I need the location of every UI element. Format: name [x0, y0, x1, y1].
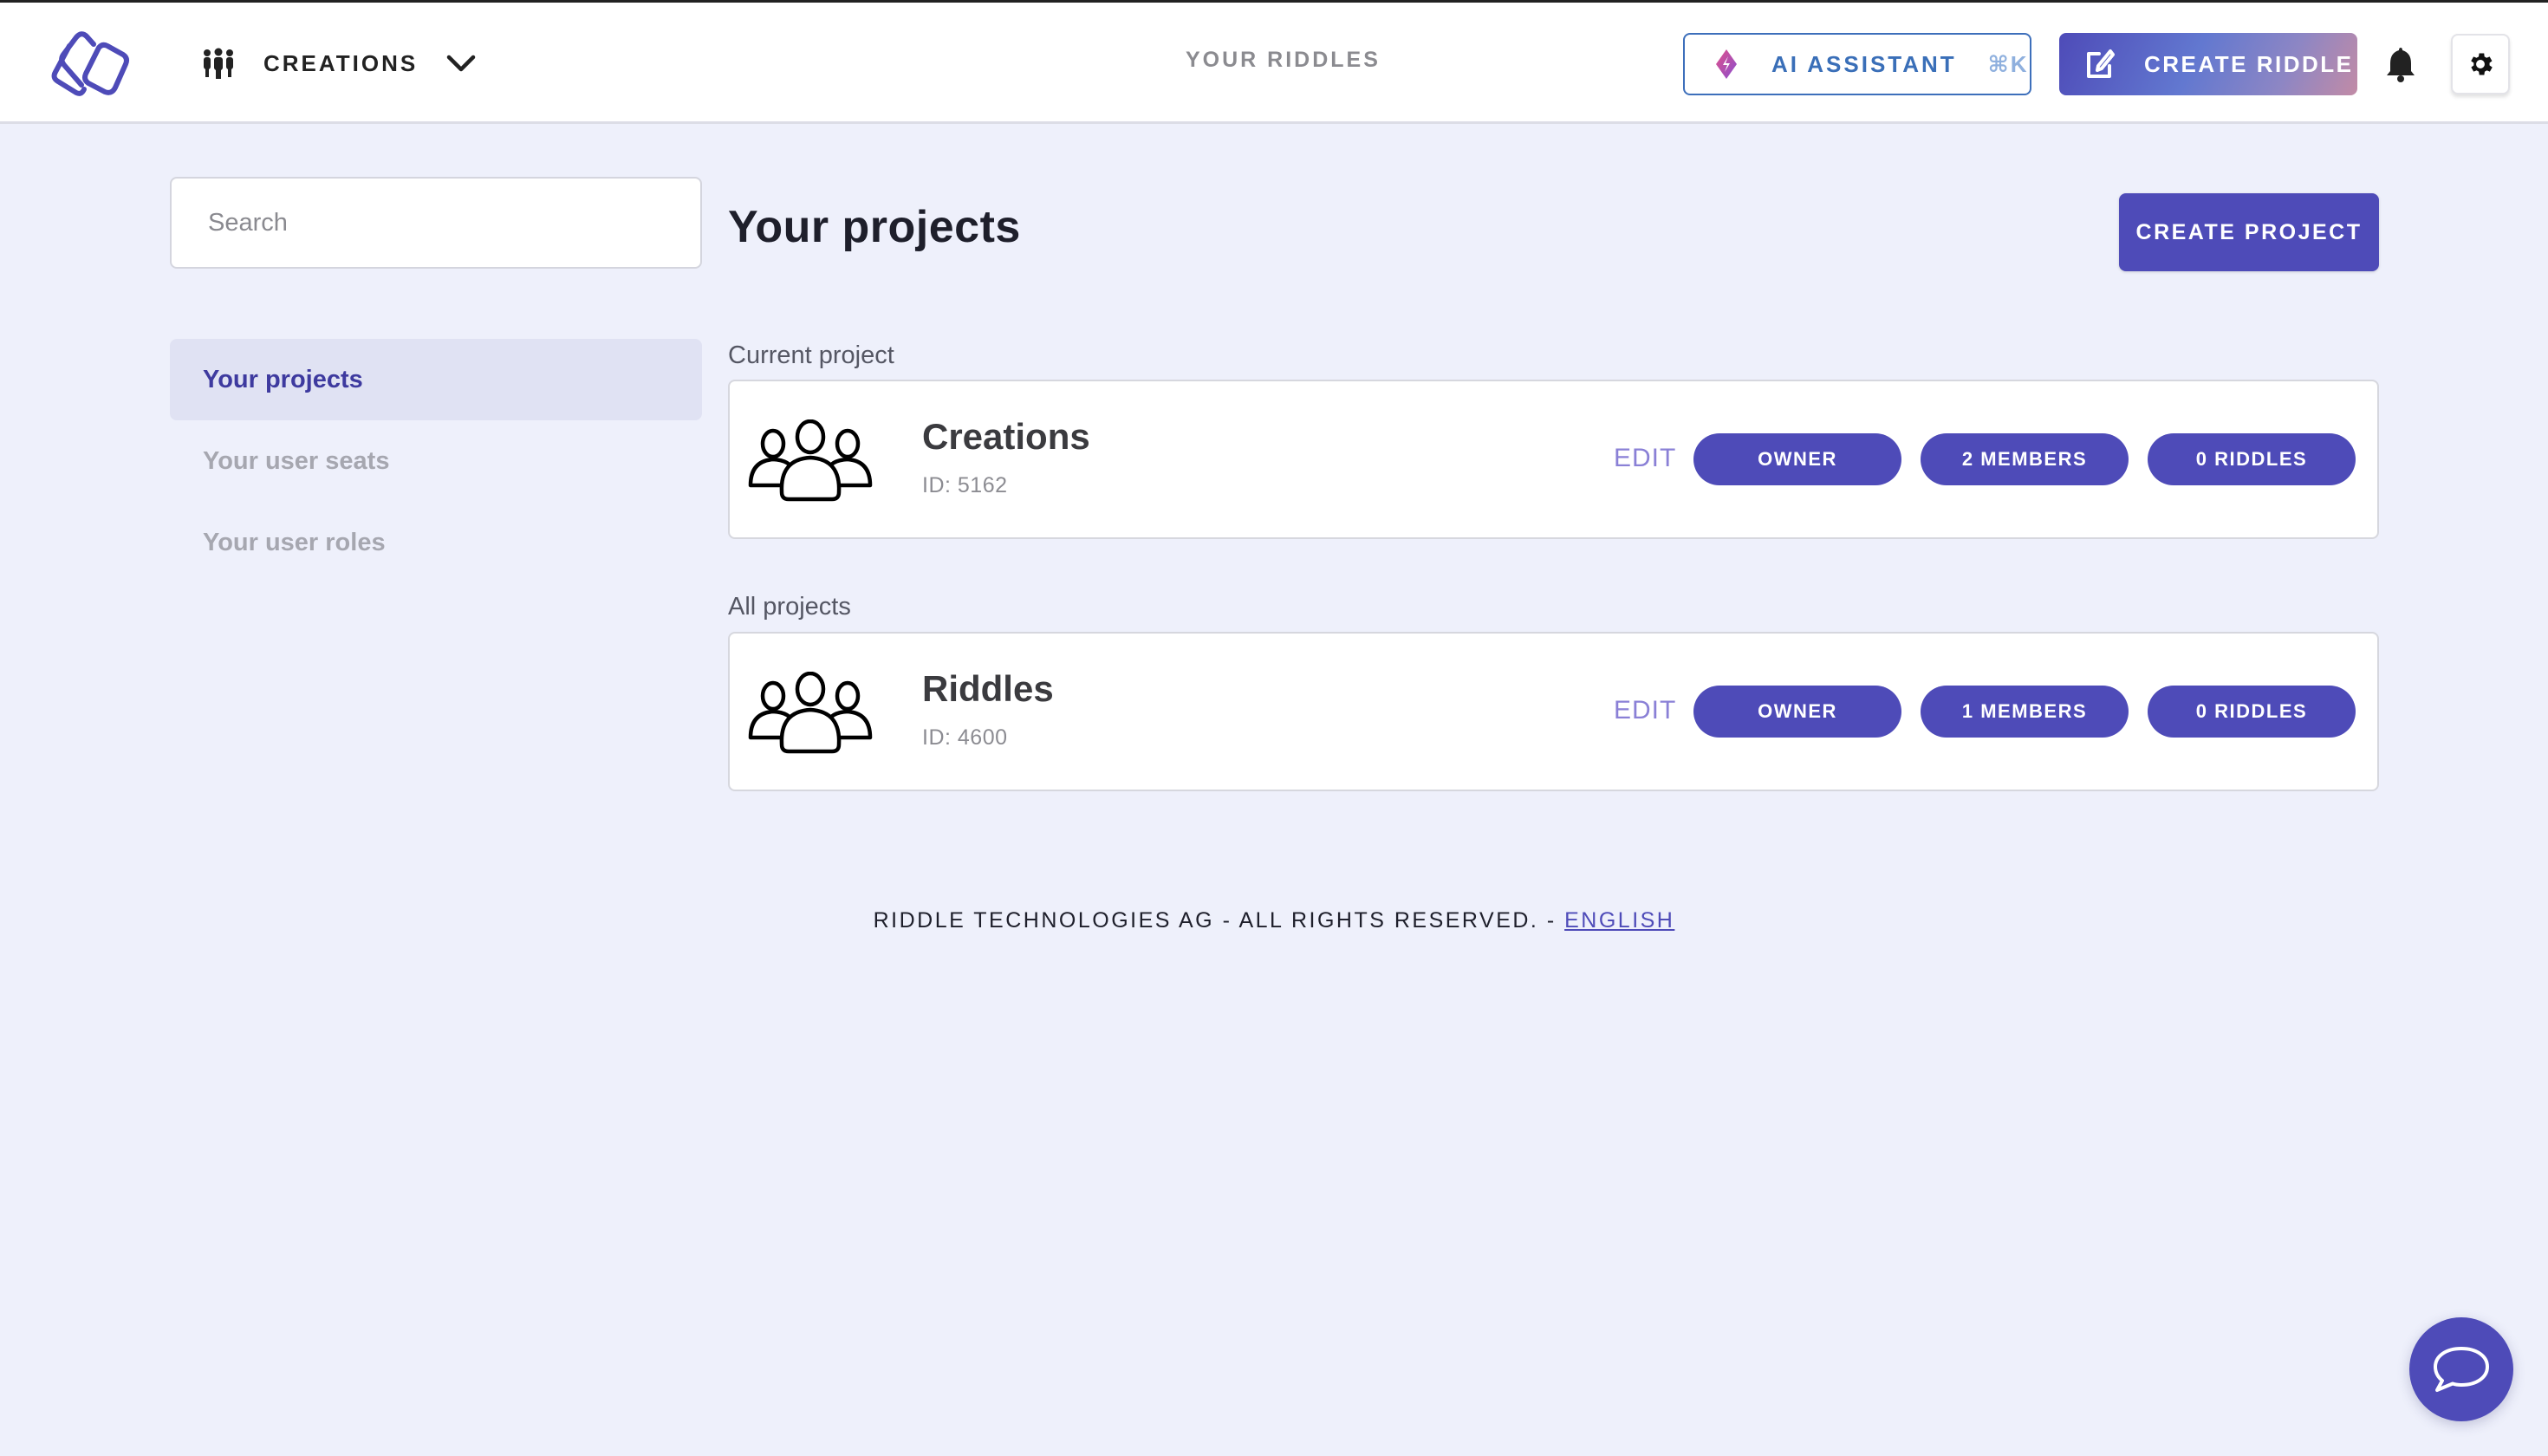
team-icon: [204, 48, 233, 79]
project-switcher[interactable]: CREATIONS: [201, 39, 477, 88]
sidebar-item-your-user-roles[interactable]: Your user roles: [170, 502, 702, 583]
notifications-bell-icon[interactable]: [2385, 46, 2416, 82]
chat-bubble-icon: [2434, 1347, 2489, 1392]
members-badge[interactable]: 1 MEMBERS: [1921, 686, 2129, 738]
search-input[interactable]: [170, 177, 702, 269]
nav-your-riddles[interactable]: YOUR RIDDLES: [1186, 48, 1381, 73]
ai-spark-icon: [1716, 49, 1737, 79]
current-project-label: Current project: [728, 341, 894, 369]
members-badge[interactable]: 2 MEMBERS: [1921, 433, 2129, 485]
edit-project-link[interactable]: EDIT: [1614, 696, 1676, 725]
copyright-text: RIDDLE TECHNOLOGIES AG - ALL RIGHTS RESE…: [873, 908, 1565, 933]
group-icon: [748, 419, 873, 502]
riddles-badge[interactable]: 0 RIDDLES: [2148, 686, 2356, 738]
top-header: CREATIONS YOUR RIDDLES AI ASSISTANT ⌘K C…: [0, 3, 2548, 124]
project-card: Riddles ID: 4600 EDIT OWNER 1 MEMBERS 0 …: [728, 632, 2379, 791]
ai-assistant-button[interactable]: AI ASSISTANT ⌘K: [1683, 33, 2031, 95]
ai-assistant-shortcut: ⌘K: [1987, 50, 2029, 77]
sidebar-item-your-user-seats[interactable]: Your user seats: [170, 420, 702, 502]
project-card-current: Creations ID: 5162 EDIT OWNER 2 MEMBERS …: [728, 380, 2379, 539]
edit-square-icon: [2087, 49, 2115, 78]
edit-project-link[interactable]: EDIT: [1614, 444, 1676, 473]
project-name: Creations: [922, 416, 1090, 457]
create-riddle-label: CREATE RIDDLE: [2144, 50, 2354, 77]
chat-launcher-button[interactable]: [2409, 1317, 2513, 1421]
settings-button[interactable]: [2451, 34, 2510, 94]
group-icon: [748, 672, 873, 754]
create-riddle-button[interactable]: CREATE RIDDLE: [2059, 33, 2357, 95]
role-badge[interactable]: OWNER: [1693, 433, 1901, 485]
ai-assistant-label: AI ASSISTANT: [1771, 50, 1957, 77]
riddles-badge[interactable]: 0 RIDDLES: [2148, 433, 2356, 485]
all-projects-label: All projects: [728, 593, 851, 621]
footer: RIDDLE TECHNOLOGIES AG - ALL RIGHTS RESE…: [0, 908, 2548, 933]
page-title: Your projects: [728, 202, 1021, 252]
chevron-down-icon: [446, 55, 476, 72]
project-name: Riddles: [922, 668, 1054, 709]
current-project-name: CREATIONS: [263, 49, 419, 76]
riddle-logo-icon[interactable]: [49, 29, 146, 98]
gear-icon: [2471, 53, 2493, 75]
create-project-button[interactable]: CREATE PROJECT: [2119, 193, 2379, 271]
project-id: ID: 4600: [922, 725, 1008, 750]
project-id: ID: 5162: [922, 473, 1008, 497]
role-badge[interactable]: OWNER: [1693, 686, 1901, 738]
sidebar-item-your-projects[interactable]: Your projects: [170, 339, 702, 420]
language-link[interactable]: ENGLISH: [1564, 908, 1674, 933]
